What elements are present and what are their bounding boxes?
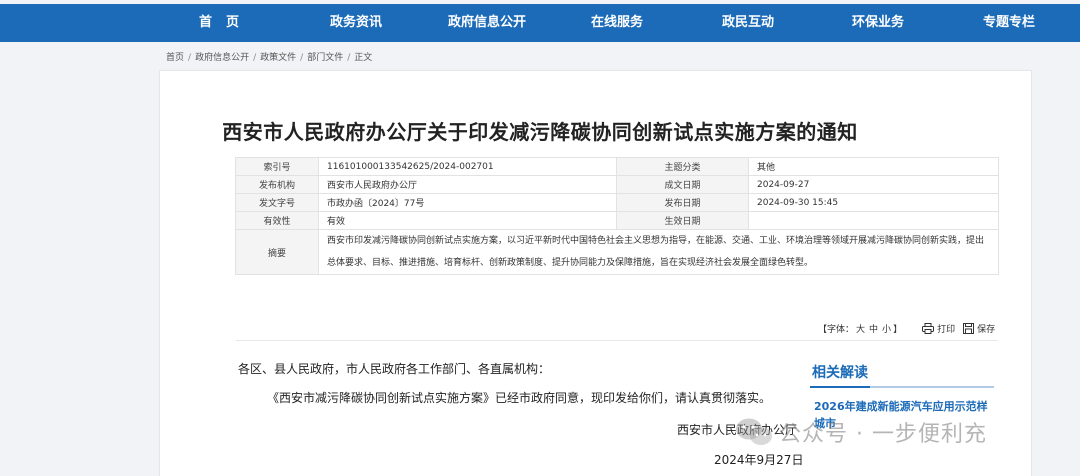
index-value: 116101000133542625/2024-002701 [318, 157, 617, 176]
document-metadata-table: 索引号 116101000133542625/2024-002701 主题分类 … [235, 157, 999, 275]
breadcrumb-separator: / [253, 53, 257, 63]
top-navigation: 首页 政务资讯 政府信息公开 在线服务 政民互动 环保业务 专题专栏 [0, 4, 1080, 42]
font-size-control: 【字体：大中小】 [818, 322, 902, 335]
nav-item-online-services[interactable]: 在线服务 [591, 4, 643, 42]
doc-number-label: 发文字号 [235, 193, 319, 212]
nav-item-home[interactable]: 首页 [199, 4, 253, 42]
breadcrumb: 首页 / 政府信息公开 / 政策文件 / 部门文件 / 正文 [166, 50, 372, 63]
salutation: 各区、县人民政府，市人民政府各工作部门、各直属机构： [238, 362, 551, 376]
created-date-label: 成文日期 [616, 175, 749, 194]
font-size-suffix: 】 [893, 325, 903, 335]
nav-item-topics[interactable]: 专题专栏 [983, 4, 1035, 42]
print-label: 打印 [937, 325, 956, 335]
metadata-row: 发布机构 西安市人民政府办公厅 成文日期 2024-09-27 [235, 175, 999, 194]
nav-item-info-disclosure[interactable]: 政府信息公开 [448, 4, 526, 42]
doc-number-value: 市政办函〔2024〕77号 [318, 193, 617, 212]
metadata-row: 发文字号 市政办函〔2024〕77号 发布日期 2024-09-30 15:45 [235, 193, 999, 212]
breadcrumb-policy-docs[interactable]: 政策文件 [260, 53, 296, 63]
article-toolbar: 【字体：大中小】 打印 保存 [818, 322, 995, 335]
font-size-small[interactable]: 小 [882, 325, 891, 335]
font-size-prefix: 【字体： [818, 325, 855, 335]
document-title: 西安市人民政府办公厅关于印发减污降碳协同创新试点实施方案的通知 [222, 120, 858, 144]
published-date-label: 发布日期 [616, 193, 749, 212]
breadcrumb-separator: / [300, 53, 304, 63]
metadata-row: 索引号 116101000133542625/2024-002701 主题分类 … [235, 157, 999, 176]
issuer-value: 西安市人民政府办公厅 [318, 175, 617, 194]
save-button[interactable]: 保存 [963, 322, 995, 335]
wechat-icon [736, 418, 772, 445]
document-date: 2024年9月27日 [714, 453, 804, 467]
index-label: 索引号 [235, 157, 319, 176]
breadcrumb-home[interactable]: 首页 [166, 53, 184, 63]
related-reading-title: 相关解读 [812, 365, 868, 381]
topic-value: 其他 [748, 157, 999, 176]
save-icon [963, 323, 975, 334]
breadcrumb-current: 正文 [354, 53, 373, 63]
effective-date-label: 生效日期 [616, 211, 749, 230]
abstract-value: 西安市印发减污降碳协同创新试点实施方案，以习近平新时代中国特色社会主义思想为指导… [318, 229, 999, 275]
nav-item-news[interactable]: 政务资讯 [330, 4, 382, 42]
related-reading-underline-accent [810, 386, 870, 388]
print-button[interactable]: 打印 [922, 322, 955, 335]
validity-value: 有效 [318, 211, 617, 230]
font-size-medium[interactable]: 中 [869, 325, 878, 335]
printer-icon [922, 323, 935, 334]
validity-label: 有效性 [235, 211, 319, 230]
metadata-row: 有效性 有效 生效日期 [235, 211, 999, 230]
topic-label: 主题分类 [616, 157, 749, 176]
breadcrumb-info-disclosure[interactable]: 政府信息公开 [195, 53, 249, 63]
content-divider [236, 340, 998, 341]
effective-date-value [748, 211, 999, 230]
save-label: 保存 [977, 325, 996, 335]
breadcrumb-separator: / [347, 53, 351, 63]
body-paragraph: 《西安市减污降碳协同创新试点实施方案》已经市政府同意，现印发给你们，请认真贯彻落… [267, 391, 772, 405]
published-date-value: 2024-09-30 15:45 [748, 193, 999, 212]
breadcrumb-dept-docs[interactable]: 部门文件 [307, 53, 343, 63]
watermark-text: 公众号 · 一步便利充 [779, 422, 987, 447]
nav-item-interaction[interactable]: 政民互动 [722, 4, 774, 42]
font-size-large[interactable]: 大 [856, 325, 865, 335]
issuer-label: 发布机构 [235, 175, 319, 194]
metadata-row-abstract: 摘要 西安市印发减污降碳协同创新试点实施方案，以习近平新时代中国特色社会主义思想… [235, 229, 999, 275]
breadcrumb-separator: / [188, 53, 192, 63]
abstract-label: 摘要 [235, 229, 319, 275]
nav-item-environment[interactable]: 环保业务 [852, 4, 904, 42]
created-date-value: 2024-09-27 [748, 175, 999, 194]
watermark: 公众号 · 一步便利充 [735, 416, 987, 448]
